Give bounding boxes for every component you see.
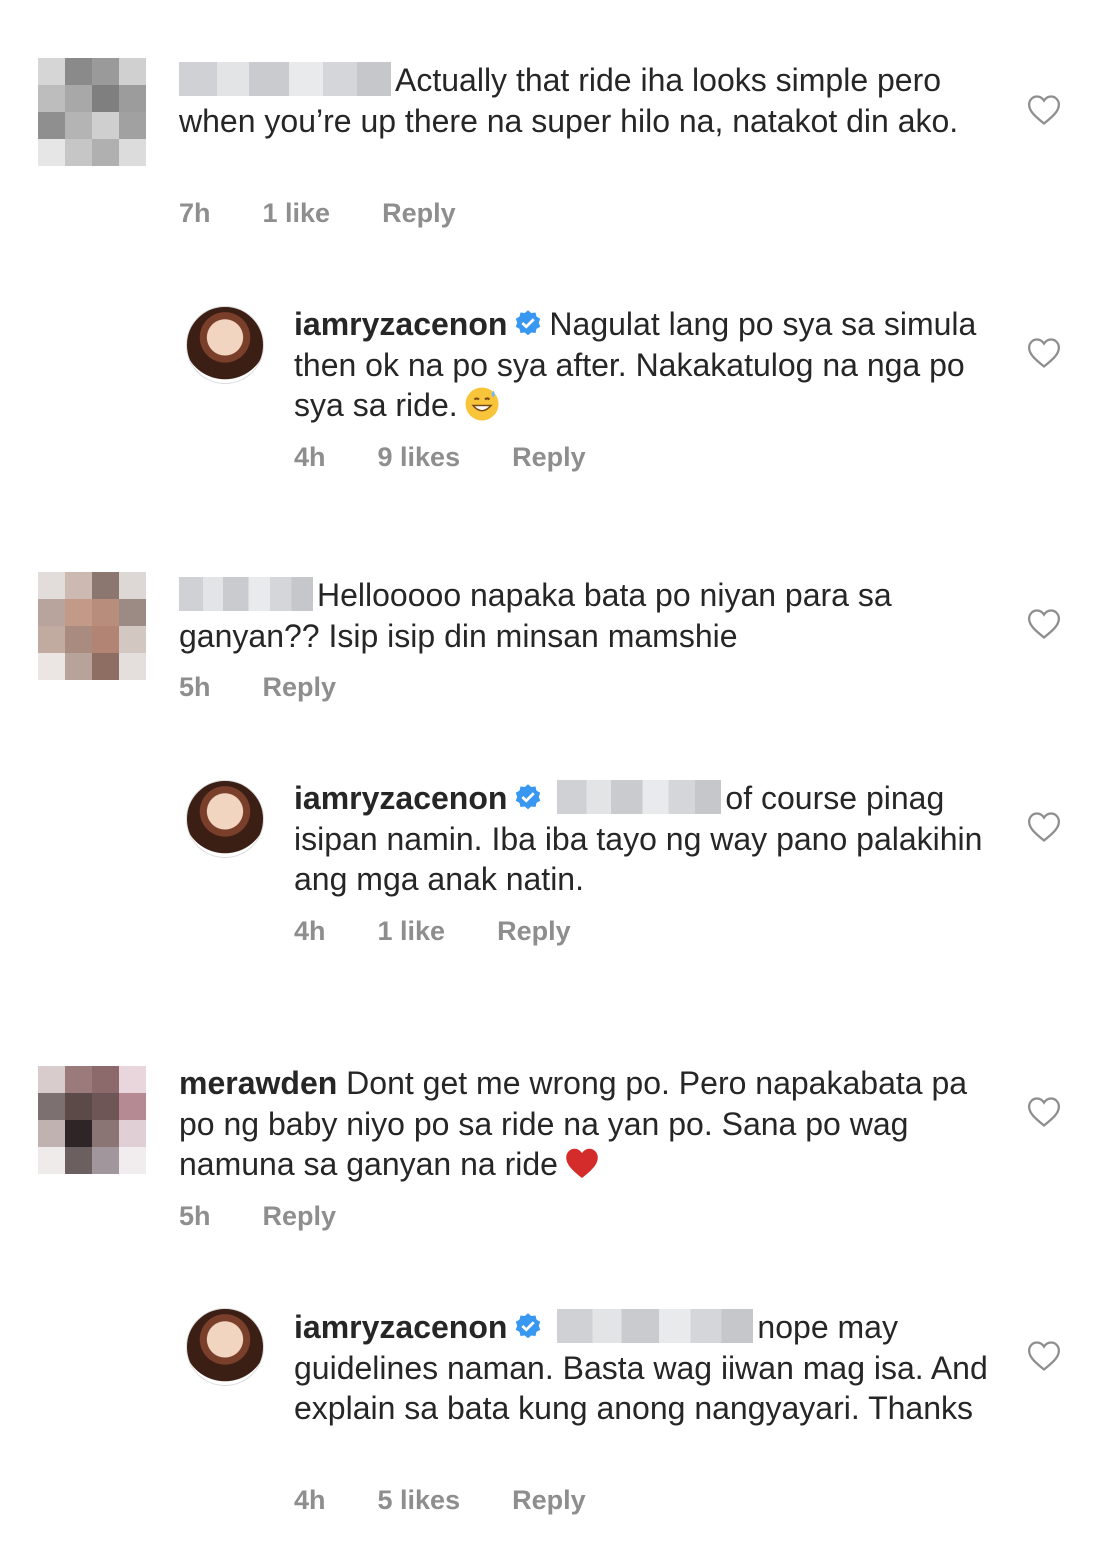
comment-time: 5h	[179, 672, 211, 702]
blurred-username[interactable]	[179, 62, 391, 96]
avatar[interactable]	[38, 572, 146, 680]
comment-meta: 7h 1 like Reply	[179, 198, 508, 229]
comment-body: merawden Dont get me wrong po. Pero napa…	[179, 1063, 999, 1185]
heart-outline-icon[interactable]	[1027, 1340, 1061, 1372]
username[interactable]: iamryzacenon	[294, 780, 507, 816]
blurred-mention[interactable]	[557, 780, 722, 814]
avatar[interactable]	[38, 1066, 146, 1174]
like-count[interactable]: 5 likes	[378, 1485, 461, 1515]
comment-time: 4h	[294, 916, 326, 946]
comment-meta: 5h Reply	[179, 672, 388, 703]
reply-button[interactable]: Reply	[512, 1485, 586, 1515]
avatar[interactable]	[186, 780, 264, 858]
comment-time: 4h	[294, 1485, 326, 1515]
verified-badge-icon	[516, 784, 541, 810]
like-count[interactable]: 1 like	[263, 198, 331, 228]
username[interactable]: iamryzacenon	[294, 1309, 507, 1345]
comment-body: iamryzacenon nope may guidelines naman. B…	[294, 1307, 994, 1429]
heart-outline-icon[interactable]	[1027, 337, 1061, 369]
comment-body: Actually that ride iha looks simple pero…	[179, 60, 999, 141]
reply-button[interactable]: Reply	[512, 442, 586, 472]
like-count[interactable]: 1 like	[378, 916, 446, 946]
username[interactable]: merawden	[179, 1065, 337, 1101]
avatar[interactable]	[186, 1308, 264, 1386]
avatar[interactable]	[38, 58, 146, 166]
grinning-sweat-emoji	[465, 387, 499, 421]
comment-body: iamryzacenon of course pinag isipan namin…	[294, 778, 994, 900]
reply-button[interactable]: Reply	[497, 916, 571, 946]
reply-button[interactable]: Reply	[263, 1201, 337, 1231]
heart-outline-icon[interactable]	[1027, 608, 1061, 640]
blurred-username[interactable]	[179, 577, 313, 611]
reply-button[interactable]: Reply	[382, 198, 456, 228]
verified-badge-icon	[516, 310, 541, 336]
comment-body: iamryzacenon Nagulat lang po sya sa simul…	[294, 304, 994, 426]
comment-time: 5h	[179, 1201, 211, 1231]
avatar[interactable]	[186, 306, 264, 384]
verified-badge-icon	[516, 1313, 541, 1339]
comment-time: 4h	[294, 442, 326, 472]
comment-meta: 5h Reply	[179, 1201, 388, 1232]
comment-meta: 4h 5 likes Reply	[294, 1485, 638, 1516]
blurred-mention[interactable]	[557, 1309, 754, 1343]
like-count[interactable]: 9 likes	[378, 442, 461, 472]
username[interactable]: iamryzacenon	[294, 306, 507, 342]
heart-outline-icon[interactable]	[1027, 811, 1061, 843]
heart-outline-icon[interactable]	[1027, 94, 1061, 126]
reply-button[interactable]: Reply	[263, 672, 337, 702]
comment-meta: 4h 9 likes Reply	[294, 442, 638, 473]
comment-body: Hellooooo napaka bata po niyan para sa g…	[179, 575, 999, 656]
comment-time: 7h	[179, 198, 211, 228]
red-heart-emoji	[566, 1148, 598, 1178]
comment-meta: 4h 1 like Reply	[294, 916, 623, 947]
heart-outline-icon[interactable]	[1027, 1096, 1061, 1128]
